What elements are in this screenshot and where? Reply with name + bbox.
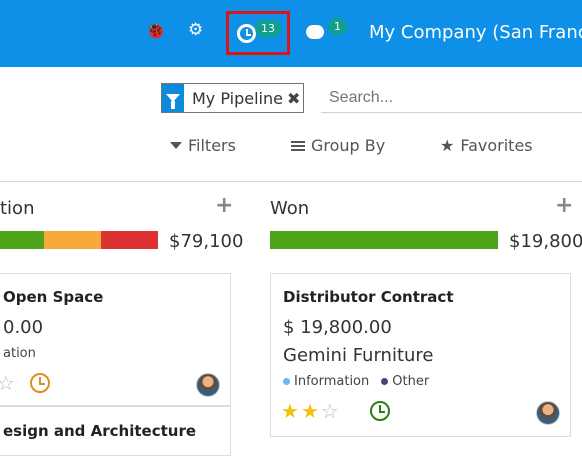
filters-label: Filters [188,136,236,155]
card-tags: ation [3,346,36,361]
filter-facet-icon [162,84,184,112]
progress-segment[interactable] [101,231,158,249]
debug-bug-icon[interactable]: 🐞 [145,23,166,40]
tag-color-dot [381,378,389,385]
card-title: esign and Architecture [3,422,197,440]
column-title-won: Won [270,198,310,219]
priority-star-icon[interactable]: ★ [301,399,319,423]
top-navbar: 🐞 ⚙ 13 1 My Company (San Franc [0,0,582,67]
priority-star-icon[interactable]: ☆ [321,399,339,423]
priority-star-icon[interactable]: ☆ [0,371,15,395]
priority-stars[interactable]: ★ ★ ☆ [281,399,339,423]
gears-icon[interactable]: ⚙ [188,22,203,39]
progress-segment[interactable] [44,231,102,249]
column-progress-bar[interactable] [270,231,498,249]
salesperson-avatar [536,401,560,425]
tag-label: Other [392,374,430,389]
facet-label: My Pipeline [192,88,283,108]
priority-star-icon[interactable]: ★ [281,399,299,423]
card-tags: Information Other [283,374,429,389]
chat-icon[interactable] [306,22,328,40]
priority-stars[interactable]: ☆ [0,371,15,395]
column-title: tion [0,198,35,219]
activity-clock-icon[interactable] [370,401,390,421]
kanban-card[interactable]: esign and Architecture [0,406,231,456]
tag-color-dot [283,378,290,385]
company-switcher[interactable]: My Company (San Franc [369,22,582,43]
kanban-card[interactable]: Distributor Contract $ 19,800.00 Gemini … [270,273,571,437]
activity-menu-button[interactable]: 13 [226,11,290,55]
add-card-icon[interactable]: + [215,193,233,218]
search-facet: My Pipeline ✖ [161,83,305,113]
favorites-button[interactable]: ★ Favorites [440,136,533,155]
card-amount: 0.00 [3,317,44,338]
progress-segment[interactable] [0,231,45,249]
card-company: Gemini Furniture [283,345,434,366]
remove-facet-icon[interactable]: ✖ [287,89,303,108]
card-title: Open Space [3,288,104,306]
add-card-icon[interactable]: + [555,193,573,218]
group-by-label: Group By [311,136,386,155]
list-icon [291,140,305,151]
tag-label: Information [294,374,370,389]
progress-segment[interactable] [270,231,498,249]
card-title: Distributor Contract [283,288,454,306]
filter-icon [170,142,182,149]
column-total: $79,100 [169,231,244,252]
chat-count-badge: 1 [328,18,347,35]
salesperson-avatar [196,373,220,397]
favorites-label: Favorites [460,136,533,155]
filters-button[interactable]: Filters [170,136,236,155]
column-total: $19,800 [509,231,582,252]
activity-clock-icon[interactable] [30,373,50,393]
control-panel: My Pipeline ✖ [0,67,582,182]
group-by-button[interactable]: Group By [291,136,385,155]
activity-count-badge: 13 [255,20,281,37]
search-input[interactable] [321,83,582,113]
star-icon: ★ [440,136,455,155]
column-progress-bar[interactable] [0,231,158,249]
tag-label: ation [3,346,36,361]
kanban-card[interactable]: Open Space 0.00 ation ☆ [0,273,231,406]
card-amount: $ 19,800.00 [283,317,392,338]
activity-clock-icon [237,24,256,43]
